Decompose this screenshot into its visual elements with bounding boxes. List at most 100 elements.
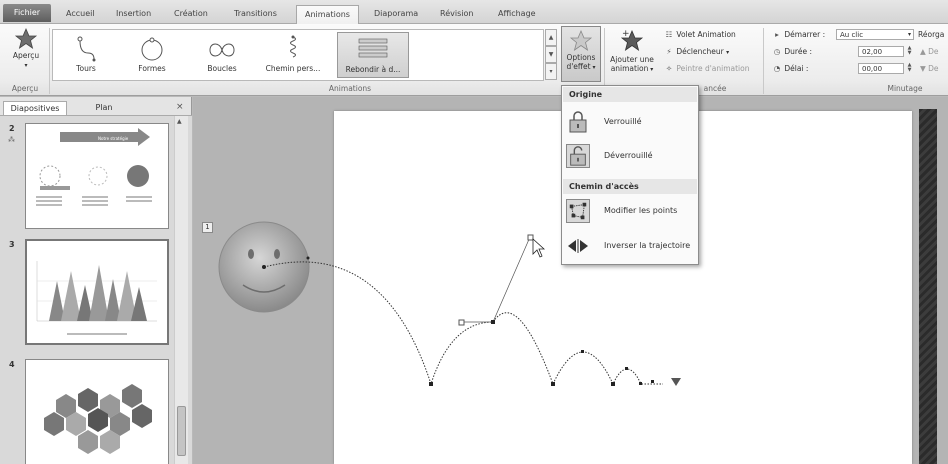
start-value: Au clic <box>840 31 864 39</box>
star-icon <box>569 29 593 51</box>
edit-points-label: Modifier les points <box>604 206 678 215</box>
add-star-icon: + <box>620 29 644 51</box>
gallery-item-bounce[interactable]: Rebondir à d... <box>337 32 409 78</box>
animation-pane-label: Volet Animation <box>676 30 736 39</box>
scrollbar-thumb[interactable] <box>177 406 186 456</box>
tab-design[interactable]: Création <box>166 5 216 24</box>
slide-4-hexagons-preview <box>44 384 152 454</box>
tab-view[interactable]: Affichage <box>490 5 544 24</box>
add-animation-button[interactable]: + Ajouter une animation ▾ <box>607 27 657 74</box>
reorder-label: Réorga <box>918 30 945 39</box>
slide-3-chart-preview <box>36 261 157 335</box>
path-end-triangle-icon <box>671 378 681 386</box>
slide-thumbnail-4[interactable] <box>25 359 169 464</box>
tangent-handle[interactable] <box>527 234 534 241</box>
animation-painter-label: Peintre d'animation <box>676 64 750 73</box>
trigger-label: Déclencheur <box>676 47 724 56</box>
slide-thumbnail-2[interactable]: Notre stratégie <box>25 123 169 229</box>
gallery-label: Tours <box>76 64 96 73</box>
animation-gallery: Tours Formes Boucles Chemin pers... Rebo… <box>52 29 544 81</box>
delay-input[interactable]: 00,00 <box>858 63 904 74</box>
menu-item-reverse-path[interactable]: Inverser la trajectoire <box>564 232 698 260</box>
gallery-scroll-down-button[interactable]: ▼ <box>545 46 557 63</box>
locked-label: Verrouillé <box>604 117 642 126</box>
effect-options-line2: d'effet <box>566 62 591 71</box>
tab-animations[interactable]: Animations <box>296 5 359 24</box>
gallery-item-custom-path[interactable]: Chemin pers... <box>261 32 325 78</box>
delay-label: ◔ Délai : <box>772 64 809 73</box>
duration-value: 02,00 <box>862 48 883 56</box>
duration-input[interactable]: 02,00 <box>858 46 904 57</box>
animation-indicator-icon: ⁂ <box>8 136 15 144</box>
tab-file[interactable]: Fichier <box>3 4 51 22</box>
tab-insert[interactable]: Insertion <box>108 5 159 24</box>
path-vertex-points[interactable] <box>262 256 654 387</box>
preview-label: Aperçu <box>12 51 40 60</box>
duration-spinner[interactable]: ▲ ▼ <box>906 46 913 56</box>
move-earlier-button[interactable]: ▲ De <box>920 47 939 56</box>
panel-scrollbar[interactable]: ▲ <box>174 116 188 464</box>
move-earlier-label: De <box>928 47 939 56</box>
ribbon-tabs: Fichier Accueil Insertion Création Trans… <box>0 0 948 24</box>
chevron-down-icon: ▾ <box>590 64 596 71</box>
scroll-up-icon[interactable]: ▲ <box>177 118 182 125</box>
animation-pane-button[interactable]: ☷ Volet Animation <box>664 30 736 39</box>
move-later-button[interactable]: ▼ De <box>920 64 939 73</box>
painter-icon: ✧ <box>665 64 673 73</box>
menu-item-edit-points[interactable]: Modifier les points <box>564 197 698 225</box>
unlock-icon <box>566 144 590 168</box>
tab-home[interactable]: Accueil <box>58 5 103 24</box>
menu-item-locked[interactable]: Verrouillé <box>564 108 698 136</box>
tab-slideshow[interactable]: Diaporama <box>366 5 426 24</box>
separator <box>49 28 50 94</box>
tab-transitions[interactable]: Transitions <box>226 5 285 24</box>
slide-number: 2 <box>9 124 15 133</box>
effect-options-button[interactable]: Options d'effet ▾ <box>561 26 601 82</box>
tab-slides[interactable]: Diapositives <box>3 101 67 115</box>
arrow-down-icon: ▼ <box>920 64 929 73</box>
reverse-path-icon <box>568 239 588 253</box>
gallery-item-loops[interactable]: Boucles <box>193 32 251 78</box>
trigger-icon: ⚡ <box>666 47 672 56</box>
timer-icon: ◔ <box>773 64 781 73</box>
play-icon: ▸ <box>775 30 779 39</box>
slide-thumbnail-3[interactable] <box>25 239 169 345</box>
clock-icon: ◷ <box>773 47 781 56</box>
slide-number: 4 <box>9 360 15 369</box>
animation-painter-button[interactable]: ✧ Peintre d'animation <box>664 64 750 73</box>
advanced-group-label: ancée <box>703 84 727 93</box>
edit-points-icon <box>566 199 590 223</box>
move-later-label: De <box>928 64 939 73</box>
menu-item-unlocked[interactable]: Déverrouillé <box>564 142 698 170</box>
svg-text:+: + <box>622 29 630 39</box>
tangent-handle[interactable] <box>458 319 465 326</box>
custom-path-icon <box>290 35 296 58</box>
gallery-item-turns[interactable]: Tours <box>57 32 115 78</box>
unlocked-label: Déverrouillé <box>604 151 653 160</box>
tab-review[interactable]: Révision <box>432 5 481 24</box>
start-select[interactable]: Au clic ▾ <box>836 29 914 40</box>
ribbon: Aperçu ▾ Aperçu Tours Formes Boucles Chem… <box>0 24 948 96</box>
slides-panel: Diapositives Plan × 2 ⁂ Notre stratégie … <box>0 97 192 464</box>
tab-outline[interactable]: Plan <box>72 101 136 115</box>
preview-group-label: Aperçu <box>11 84 39 93</box>
arrow-up-icon: ▲ <box>920 47 929 56</box>
delay-text: Délai : <box>784 64 809 73</box>
gallery-item-shapes[interactable]: Formes <box>123 32 181 78</box>
gallery-label: Rebondir à d... <box>345 65 401 74</box>
gallery-more-button[interactable]: ▾ <box>545 63 557 80</box>
preview-star-icon <box>14 27 38 49</box>
animation-pane-icon: ☷ <box>665 30 673 39</box>
preview-button[interactable]: Aperçu ▾ <box>4 27 48 70</box>
trigger-button[interactable]: ⚡ Déclencheur ▾ <box>664 47 729 56</box>
reverse-path-label: Inverser la trajectoire <box>604 241 691 250</box>
add-animation-line2: animation <box>610 64 649 73</box>
gallery-label: Chemin pers... <box>265 64 321 73</box>
delay-value: 00,00 <box>862 65 883 73</box>
circle-path-icon <box>141 37 163 61</box>
timing-group-label: Minutage <box>887 84 923 93</box>
delay-spinner[interactable]: ▲ ▼ <box>906 63 913 73</box>
mouse-cursor-icon <box>532 238 546 258</box>
close-icon[interactable]: × <box>176 102 184 112</box>
gallery-scroll-up-button[interactable]: ▲ <box>545 29 557 46</box>
